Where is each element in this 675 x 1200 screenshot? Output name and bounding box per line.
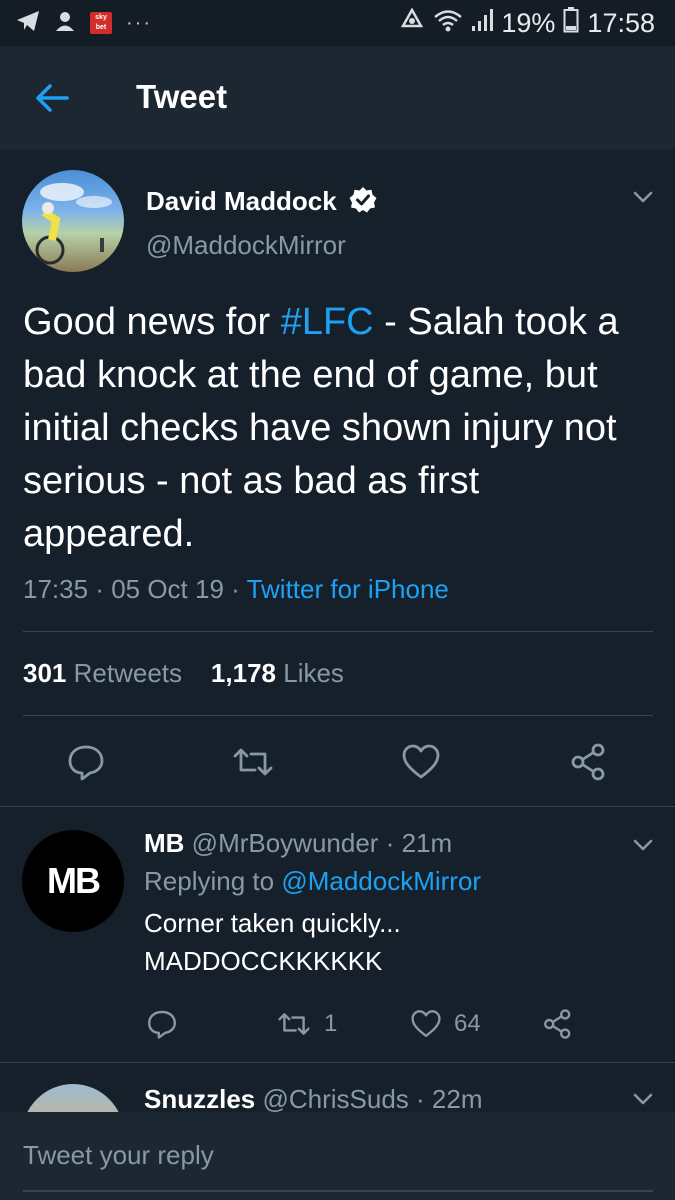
like-button[interactable] (399, 740, 443, 784)
hashtag-link[interactable]: #LFC (281, 301, 374, 343)
share-icon (544, 1009, 571, 1039)
reply-button[interactable] (144, 1006, 180, 1042)
tweet-text: Good news for #LFC - Salah took a bad kn… (23, 296, 653, 561)
author-name[interactable]: David Maddock (146, 186, 337, 217)
retweets-stat[interactable]: 301 Retweets (23, 658, 182, 688)
verified-badge-icon (349, 187, 377, 213)
tweet-text-start: Good news for (23, 301, 281, 343)
person-icon (54, 10, 76, 37)
recycle-icon (399, 6, 425, 39)
retweet-button[interactable] (230, 740, 276, 784)
tweet-stats: 301 Retweets 1,178 Likes (23, 658, 344, 689)
heart-icon (402, 744, 440, 779)
reply-text-line: Corner taken quickly... (144, 908, 401, 938)
battery-percent: 19% (501, 7, 556, 38)
reply-author-name[interactable]: Snuzzles (144, 1084, 255, 1112)
divider (23, 631, 653, 632)
likes-label: Likes (283, 658, 344, 688)
reply-input[interactable]: Tweet your reply (23, 1140, 214, 1171)
reply-author-handle[interactable]: @MrBoywunder (192, 828, 379, 858)
app-bar: Tweet (0, 46, 675, 150)
reply-icon (68, 745, 104, 781)
back-arrow-icon (36, 84, 69, 112)
share-button[interactable] (540, 1006, 576, 1042)
author-avatar[interactable] (22, 170, 124, 272)
clock-time: 17:58 (587, 7, 655, 38)
retweet-button[interactable]: 1 (276, 1006, 337, 1042)
reply-avatar[interactable]: MB (22, 830, 124, 932)
reply-icon (148, 1010, 176, 1039)
reply-header: MB @MrBoywunder · 21m (144, 828, 453, 858)
reply-button[interactable] (64, 740, 108, 784)
reply-composer: Tweet your reply (0, 1112, 675, 1200)
chevron-down-icon[interactable] (628, 1090, 658, 1110)
reply-age: 21m (401, 828, 453, 858)
tweet-time: 17:35 (23, 574, 89, 604)
retweet-count: 1 (324, 1010, 338, 1037)
divider (23, 715, 653, 716)
heart-icon (411, 1010, 441, 1038)
tweet-source-link[interactable]: Twitter for iPhone (247, 574, 449, 604)
more-notifications-icon: ··· (126, 11, 152, 34)
status-bar: sky bet ··· 19% 17:58 (0, 0, 675, 46)
replying-to: Replying to @MaddockMirror (144, 866, 481, 897)
share-icon (571, 743, 605, 781)
reply-author-handle[interactable]: @ChrisSuds (262, 1084, 408, 1112)
reply-text: Corner taken quickly... MADDOCCKKKKKK (144, 904, 624, 980)
reply-age: 22m (431, 1084, 483, 1112)
like-button[interactable]: 64 (410, 1006, 481, 1042)
retweet-icon (233, 748, 273, 776)
share-button[interactable] (567, 740, 611, 784)
replying-to-label: Replying to (144, 866, 275, 896)
likes-count: 1,178 (210, 658, 276, 688)
sky-bet-icon: sky bet (90, 12, 112, 34)
signal-icon (471, 8, 494, 39)
replying-to-mention[interactable]: @MaddockMirror (281, 866, 481, 896)
reply-author-name[interactable]: MB (144, 828, 184, 858)
likes-stat[interactable]: 1,178 Likes (211, 658, 344, 688)
retweet-icon (278, 1013, 310, 1035)
telegram-icon (16, 10, 40, 37)
retweets-count: 301 (23, 658, 67, 688)
chevron-down-icon[interactable] (628, 188, 658, 208)
avatar-logo-text: MB (47, 860, 101, 901)
retweets-label: Retweets (73, 658, 183, 688)
reply-tweet[interactable]: MB MB @MrBoywunder · 21m Replying to @Ma… (0, 806, 675, 1062)
tweet-meta: 17:35 · 05 Oct 19 · Twitter for iPhone (23, 574, 449, 604)
reply-header: Snuzzles @ChrisSuds · 22m (144, 1084, 483, 1112)
input-underline (23, 1190, 653, 1192)
wifi-icon (433, 8, 463, 39)
tweet-date: 05 Oct 19 (111, 574, 224, 604)
author-handle[interactable]: @MaddockMirror (146, 230, 346, 261)
chevron-down-icon[interactable] (628, 836, 658, 856)
reply-tweet[interactable]: Snuzzles @ChrisSuds · 22m (0, 1062, 675, 1112)
battery-icon (563, 6, 579, 40)
back-button[interactable] (30, 76, 74, 120)
reply-avatar[interactable] (22, 1084, 124, 1112)
like-count: 64 (454, 1010, 481, 1037)
page-title: Tweet (136, 78, 228, 115)
reply-text-line: MADDOCCKKKKKK (144, 946, 383, 976)
